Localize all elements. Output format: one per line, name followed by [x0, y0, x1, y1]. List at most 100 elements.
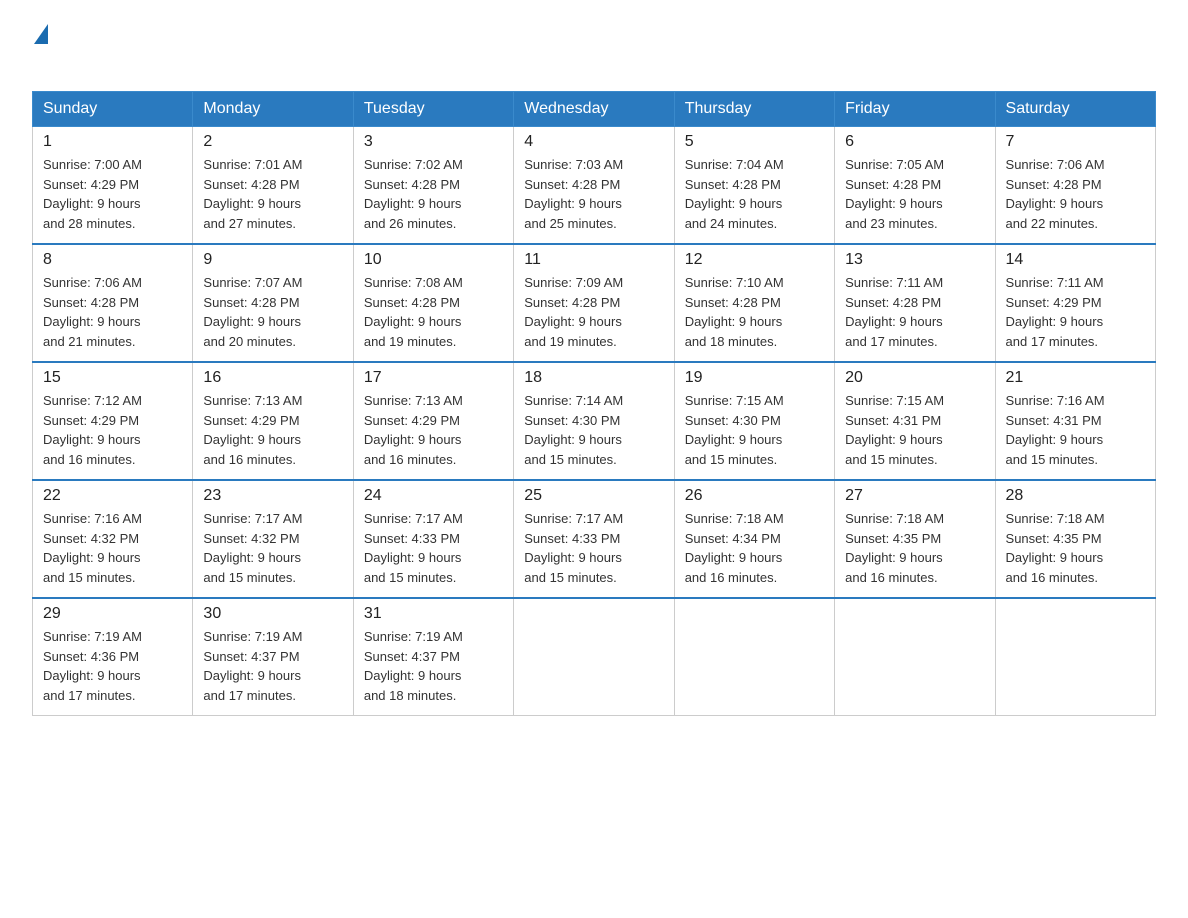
day-info: Sunrise: 7:11 AMSunset: 4:28 PMDaylight:…	[845, 275, 943, 349]
day-number: 12	[685, 251, 824, 269]
calendar-week-row: 8 Sunrise: 7:06 AMSunset: 4:28 PMDayligh…	[33, 244, 1156, 362]
day-info: Sunrise: 7:18 AMSunset: 4:34 PMDaylight:…	[685, 511, 784, 585]
calendar-week-row: 22 Sunrise: 7:16 AMSunset: 4:32 PMDaylig…	[33, 480, 1156, 598]
calendar-cell: 10 Sunrise: 7:08 AMSunset: 4:28 PMDaylig…	[353, 244, 513, 362]
day-number: 23	[203, 487, 342, 505]
calendar-cell: 31 Sunrise: 7:19 AMSunset: 4:37 PMDaylig…	[353, 598, 513, 716]
calendar-cell: 30 Sunrise: 7:19 AMSunset: 4:37 PMDaylig…	[193, 598, 353, 716]
day-info: Sunrise: 7:06 AMSunset: 4:28 PMDaylight:…	[1006, 157, 1105, 231]
calendar-cell	[514, 598, 674, 716]
day-info: Sunrise: 7:07 AMSunset: 4:28 PMDaylight:…	[203, 275, 302, 349]
day-info: Sunrise: 7:13 AMSunset: 4:29 PMDaylight:…	[203, 393, 302, 467]
calendar-cell: 4 Sunrise: 7:03 AMSunset: 4:28 PMDayligh…	[514, 127, 674, 245]
day-number: 4	[524, 133, 663, 151]
weekday-header-row: SundayMondayTuesdayWednesdayThursdayFrid…	[33, 92, 1156, 127]
day-info: Sunrise: 7:19 AMSunset: 4:37 PMDaylight:…	[364, 629, 463, 703]
calendar-cell: 9 Sunrise: 7:07 AMSunset: 4:28 PMDayligh…	[193, 244, 353, 362]
calendar-cell: 27 Sunrise: 7:18 AMSunset: 4:35 PMDaylig…	[835, 480, 995, 598]
day-number: 6	[845, 133, 984, 151]
calendar-cell: 12 Sunrise: 7:10 AMSunset: 4:28 PMDaylig…	[674, 244, 834, 362]
weekday-header-saturday: Saturday	[995, 92, 1155, 127]
weekday-header-tuesday: Tuesday	[353, 92, 513, 127]
weekday-header-thursday: Thursday	[674, 92, 834, 127]
day-info: Sunrise: 7:16 AMSunset: 4:32 PMDaylight:…	[43, 511, 142, 585]
day-info: Sunrise: 7:16 AMSunset: 4:31 PMDaylight:…	[1006, 393, 1105, 467]
calendar-cell: 6 Sunrise: 7:05 AMSunset: 4:28 PMDayligh…	[835, 127, 995, 245]
calendar-week-row: 1 Sunrise: 7:00 AMSunset: 4:29 PMDayligh…	[33, 127, 1156, 245]
day-number: 24	[364, 487, 503, 505]
day-number: 20	[845, 369, 984, 387]
weekday-header-sunday: Sunday	[33, 92, 193, 127]
calendar-week-row: 15 Sunrise: 7:12 AMSunset: 4:29 PMDaylig…	[33, 362, 1156, 480]
day-number: 14	[1006, 251, 1145, 269]
day-number: 8	[43, 251, 182, 269]
day-number: 3	[364, 133, 503, 151]
day-number: 27	[845, 487, 984, 505]
calendar-cell: 20 Sunrise: 7:15 AMSunset: 4:31 PMDaylig…	[835, 362, 995, 480]
calendar-cell	[835, 598, 995, 716]
day-number: 2	[203, 133, 342, 151]
day-number: 9	[203, 251, 342, 269]
calendar-cell: 29 Sunrise: 7:19 AMSunset: 4:36 PMDaylig…	[33, 598, 193, 716]
day-number: 26	[685, 487, 824, 505]
day-number: 10	[364, 251, 503, 269]
day-info: Sunrise: 7:12 AMSunset: 4:29 PMDaylight:…	[43, 393, 142, 467]
day-number: 5	[685, 133, 824, 151]
day-number: 29	[43, 605, 182, 623]
day-info: Sunrise: 7:13 AMSunset: 4:29 PMDaylight:…	[364, 393, 463, 467]
day-number: 7	[1006, 133, 1145, 151]
day-info: Sunrise: 7:19 AMSunset: 4:36 PMDaylight:…	[43, 629, 142, 703]
day-info: Sunrise: 7:14 AMSunset: 4:30 PMDaylight:…	[524, 393, 623, 467]
day-number: 25	[524, 487, 663, 505]
calendar-cell: 22 Sunrise: 7:16 AMSunset: 4:32 PMDaylig…	[33, 480, 193, 598]
weekday-header-monday: Monday	[193, 92, 353, 127]
calendar-cell: 16 Sunrise: 7:13 AMSunset: 4:29 PMDaylig…	[193, 362, 353, 480]
day-number: 30	[203, 605, 342, 623]
day-info: Sunrise: 7:10 AMSunset: 4:28 PMDaylight:…	[685, 275, 784, 349]
calendar-cell: 11 Sunrise: 7:09 AMSunset: 4:28 PMDaylig…	[514, 244, 674, 362]
calendar-cell: 18 Sunrise: 7:14 AMSunset: 4:30 PMDaylig…	[514, 362, 674, 480]
calendar-cell	[674, 598, 834, 716]
calendar-cell: 25 Sunrise: 7:17 AMSunset: 4:33 PMDaylig…	[514, 480, 674, 598]
calendar-cell: 1 Sunrise: 7:00 AMSunset: 4:29 PMDayligh…	[33, 127, 193, 245]
calendar-cell: 19 Sunrise: 7:15 AMSunset: 4:30 PMDaylig…	[674, 362, 834, 480]
day-info: Sunrise: 7:15 AMSunset: 4:31 PMDaylight:…	[845, 393, 944, 467]
day-info: Sunrise: 7:01 AMSunset: 4:28 PMDaylight:…	[203, 157, 302, 231]
day-info: Sunrise: 7:18 AMSunset: 4:35 PMDaylight:…	[1006, 511, 1105, 585]
calendar-cell	[995, 598, 1155, 716]
day-info: Sunrise: 7:04 AMSunset: 4:28 PMDaylight:…	[685, 157, 784, 231]
day-info: Sunrise: 7:06 AMSunset: 4:28 PMDaylight:…	[43, 275, 142, 349]
calendar-cell: 2 Sunrise: 7:01 AMSunset: 4:28 PMDayligh…	[193, 127, 353, 245]
calendar-cell: 26 Sunrise: 7:18 AMSunset: 4:34 PMDaylig…	[674, 480, 834, 598]
day-info: Sunrise: 7:15 AMSunset: 4:30 PMDaylight:…	[685, 393, 784, 467]
day-info: Sunrise: 7:17 AMSunset: 4:33 PMDaylight:…	[364, 511, 463, 585]
day-number: 1	[43, 133, 182, 151]
day-number: 11	[524, 251, 663, 269]
day-info: Sunrise: 7:00 AMSunset: 4:29 PMDaylight:…	[43, 157, 142, 231]
calendar-cell: 13 Sunrise: 7:11 AMSunset: 4:28 PMDaylig…	[835, 244, 995, 362]
day-info: Sunrise: 7:18 AMSunset: 4:35 PMDaylight:…	[845, 511, 944, 585]
calendar-cell: 7 Sunrise: 7:06 AMSunset: 4:28 PMDayligh…	[995, 127, 1155, 245]
calendar-cell: 15 Sunrise: 7:12 AMSunset: 4:29 PMDaylig…	[33, 362, 193, 480]
day-number: 28	[1006, 487, 1145, 505]
day-info: Sunrise: 7:09 AMSunset: 4:28 PMDaylight:…	[524, 275, 623, 349]
day-number: 21	[1006, 369, 1145, 387]
calendar-week-row: 29 Sunrise: 7:19 AMSunset: 4:36 PMDaylig…	[33, 598, 1156, 716]
calendar-cell: 17 Sunrise: 7:13 AMSunset: 4:29 PMDaylig…	[353, 362, 513, 480]
day-number: 22	[43, 487, 182, 505]
day-info: Sunrise: 7:02 AMSunset: 4:28 PMDaylight:…	[364, 157, 463, 231]
weekday-header-friday: Friday	[835, 92, 995, 127]
day-info: Sunrise: 7:17 AMSunset: 4:32 PMDaylight:…	[203, 511, 302, 585]
weekday-header-wednesday: Wednesday	[514, 92, 674, 127]
calendar-cell: 5 Sunrise: 7:04 AMSunset: 4:28 PMDayligh…	[674, 127, 834, 245]
day-info: Sunrise: 7:17 AMSunset: 4:33 PMDaylight:…	[524, 511, 623, 585]
day-number: 16	[203, 369, 342, 387]
calendar-cell: 21 Sunrise: 7:16 AMSunset: 4:31 PMDaylig…	[995, 362, 1155, 480]
calendar-cell: 8 Sunrise: 7:06 AMSunset: 4:28 PMDayligh…	[33, 244, 193, 362]
day-number: 19	[685, 369, 824, 387]
day-info: Sunrise: 7:11 AMSunset: 4:29 PMDaylight:…	[1006, 275, 1104, 349]
logo	[32, 24, 48, 75]
day-info: Sunrise: 7:05 AMSunset: 4:28 PMDaylight:…	[845, 157, 944, 231]
calendar-cell: 23 Sunrise: 7:17 AMSunset: 4:32 PMDaylig…	[193, 480, 353, 598]
day-info: Sunrise: 7:03 AMSunset: 4:28 PMDaylight:…	[524, 157, 623, 231]
